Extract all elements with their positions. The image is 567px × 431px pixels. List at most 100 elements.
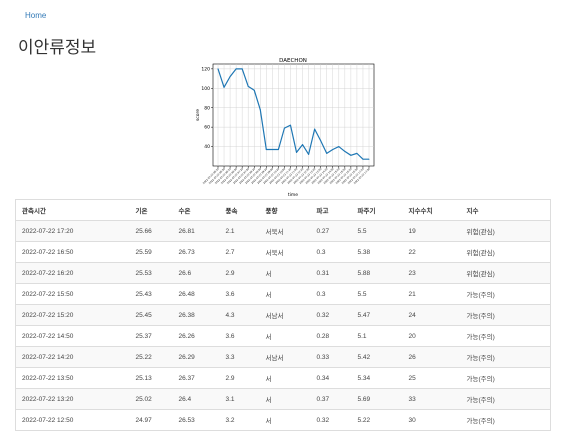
column-header: 풍속 — [219, 199, 260, 221]
plot-area — [212, 63, 375, 167]
table-row: 2022-07-22 14:20 25.22 26.29 3.3 서남서 0.33 5.42… — [15, 346, 551, 368]
table-cell: 5.5 — [351, 220, 403, 242]
table-cell: 서 — [259, 409, 311, 431]
table-row: 2022-07-22 14:50 25.37 26.26 3.6 서 0.28 5.1 20 가… — [15, 325, 551, 347]
table-row: 2022-07-22 17:20 25.66 26.81 2.1 서북서 0.27 5.5 1… — [15, 220, 551, 242]
data-point — [247, 85, 249, 87]
table-cell: 2.9 — [219, 367, 260, 389]
table-cell: 5.47 — [351, 304, 403, 326]
table-cell: 25.53 — [129, 262, 173, 284]
table-cell: 0.33 — [310, 346, 352, 368]
data-point — [350, 154, 352, 156]
table-cell: 위험(관심) — [460, 220, 551, 242]
table-cell: 20 — [402, 325, 461, 347]
table-cell: 25.45 — [129, 304, 173, 326]
table-cell: 5.22 — [351, 409, 403, 431]
table-cell: 33 — [402, 388, 461, 410]
table-cell: 0.37 — [310, 388, 352, 410]
y-tick-label: 100 — [201, 86, 210, 92]
table-cell: 4.3 — [219, 304, 260, 326]
data-point — [235, 68, 237, 70]
table-cell: 26.37 — [172, 367, 220, 389]
table-header-row: 관측시간 기온 수온 풍속 풍향 파고 파주기 지수수치 지수 — [15, 199, 551, 221]
x-axis-label: time — [288, 192, 298, 198]
table-cell: 서 — [259, 262, 311, 284]
data-point — [362, 158, 364, 160]
table-cell: 0.27 — [310, 220, 352, 242]
table-cell: 2022-07-22 12:50 — [15, 409, 130, 431]
table-cell: 2022-07-22 15:50 — [15, 283, 130, 305]
data-point — [308, 153, 310, 155]
column-header: 수온 — [172, 199, 220, 221]
y-tick-label: 80 — [204, 105, 210, 111]
table-cell: 가능(주의) — [460, 367, 551, 389]
table-cell: 서 — [259, 283, 311, 305]
table-cell: 25.59 — [129, 241, 173, 263]
table-row: 2022-07-22 16:20 25.53 26.6 2.9 서 0.31 5.88 23 위… — [15, 262, 551, 284]
table-cell: 26.73 — [172, 241, 220, 263]
data-point — [332, 148, 334, 150]
data-point — [277, 148, 279, 150]
table-cell: 0.3 — [310, 241, 352, 263]
table-cell: 26.38 — [172, 304, 220, 326]
column-header: 기온 — [129, 199, 173, 221]
table-cell: 21 — [402, 283, 461, 305]
data-point — [338, 146, 340, 148]
table-cell: 25.13 — [129, 367, 173, 389]
daechon-chart: 40 60 80 100 120 2022-07-22 05:20 2022-07-22 … — [193, 56, 379, 198]
data-point — [368, 158, 370, 160]
table-cell: 0.31 — [310, 262, 352, 284]
table-cell: 25.22 — [129, 346, 173, 368]
table-cell: 2022-07-22 14:20 — [15, 346, 130, 368]
table-cell: 24 — [402, 304, 461, 326]
table-cell: 서 — [259, 325, 311, 347]
table-cell: 26.6 — [172, 262, 220, 284]
table-cell: 가능(주의) — [460, 388, 551, 410]
table-cell: 가능(주의) — [460, 325, 551, 347]
column-header: 관측시간 — [15, 199, 130, 221]
table-row: 2022-07-22 16:50 25.59 26.73 2.7 서북서 0.3 5.38 2… — [15, 241, 551, 263]
table-cell: 26.26 — [172, 325, 220, 347]
table-cell: 25.02 — [129, 388, 173, 410]
data-point — [356, 152, 358, 154]
column-header: 풍향 — [259, 199, 311, 221]
table-cell: 2022-07-22 15:20 — [15, 304, 130, 326]
y-tick-label: 120 — [201, 66, 210, 72]
table-cell: 23 — [402, 262, 461, 284]
table-cell: 3.1 — [219, 388, 260, 410]
table-cell: 5.38 — [351, 241, 403, 263]
data-point — [320, 140, 322, 142]
table-cell: 서북서 — [259, 241, 311, 263]
page-title: 이안류정보 — [18, 38, 97, 57]
table-cell: 가능(주의) — [460, 409, 551, 431]
column-header: 파고 — [310, 199, 352, 221]
table-cell: 서남서 — [259, 304, 311, 326]
table-cell: 서 — [259, 388, 311, 410]
table-cell: 0.34 — [310, 367, 352, 389]
data-point — [283, 127, 285, 129]
table-cell: 가능(주의) — [460, 346, 551, 368]
table-cell: 2022-07-22 13:20 — [15, 388, 130, 410]
table-cell: 2022-07-22 13:50 — [15, 367, 130, 389]
table-cell: 22 — [402, 241, 461, 263]
table-row: 2022-07-22 15:20 25.45 26.38 4.3 서남서 0.32 5.47… — [15, 304, 551, 326]
table-cell: 2022-07-22 14:50 — [15, 325, 130, 347]
table-cell: 가능(주의) — [460, 283, 551, 305]
table-cell: 3.2 — [219, 409, 260, 431]
table-cell: 26 — [402, 346, 461, 368]
table-cell: 5.34 — [351, 367, 403, 389]
table-cell: 서북서 — [259, 220, 311, 242]
table-cell: 5.42 — [351, 346, 403, 368]
table-cell: 5.5 — [351, 283, 403, 305]
table-cell: 30 — [402, 409, 461, 431]
y-tick-label: 60 — [204, 125, 210, 131]
data-point — [253, 89, 255, 91]
table-cell: 25.37 — [129, 325, 173, 347]
table-cell: 가능(주의) — [460, 304, 551, 326]
home-link[interactable]: Home — [25, 11, 46, 20]
data-point — [271, 148, 273, 150]
table-cell: 서남서 — [259, 346, 311, 368]
data-point — [296, 151, 298, 153]
table-cell: 26.4 — [172, 388, 220, 410]
table-row: 2022-07-22 13:20 25.02 26.4 3.1 서 0.37 5.69 33 가… — [15, 388, 551, 410]
